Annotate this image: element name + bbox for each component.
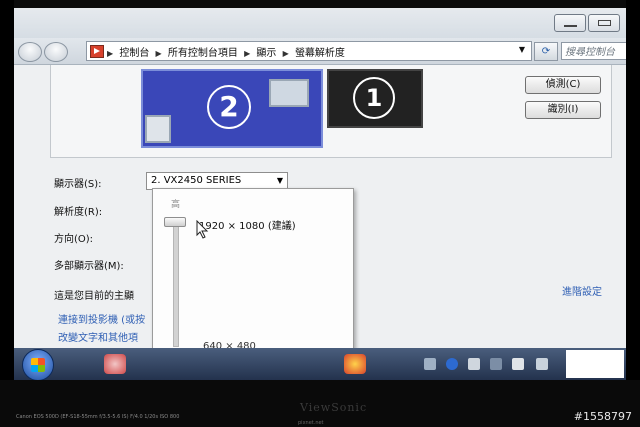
minimize-button[interactable] [554,14,586,32]
monitor-brand-logo: ViewSonic [300,401,368,414]
mouse-cursor-icon [196,220,209,239]
high-label: 高 [171,200,181,210]
photo-exif-text: Canon EOS 500D (EF-S18-55mm f/3.5-5.6 IS… [16,414,180,420]
forward-button[interactable] [44,42,68,62]
resolution-slider-thumb[interactable] [164,217,186,227]
monitor-number: 2 [207,85,251,129]
usb-icon[interactable] [468,358,480,370]
address-bar[interactable]: ▶ 控制台 ▶ 所有控制台項目 ▶ 顯示 ▶ 螢幕解析度 ▼ [86,41,532,61]
breadcrumb-separator-icon: ▶ [282,49,289,58]
window-thumbnail-icon [145,115,171,143]
help-icon[interactable] [446,358,458,370]
address-dropdown-icon[interactable]: ▼ [519,45,525,54]
breadcrumb-separator-icon: ▶ [107,49,114,58]
breadcrumb-separator-icon: ▶ [244,49,251,58]
snipping-tool-icon[interactable] [104,354,126,374]
breadcrumb-all-items[interactable]: 所有控制台項目 [168,48,238,59]
breadcrumb-screen-resolution[interactable]: 螢幕解析度 [295,48,345,59]
minimize-icon [564,25,577,27]
window-thumbnail-icon [269,79,309,107]
screen: ▶ 控制台 ▶ 所有控制台項目 ▶ 顯示 ▶ 螢幕解析度 ▼ ⟳ 搜尋控制台 2… [14,8,626,380]
windows-logo-icon [31,358,45,372]
orientation-label: 方向(O): [54,234,94,245]
clock-area[interactable] [566,350,624,378]
control-panel-icon [90,45,104,58]
resolution-slider-track[interactable] [173,217,179,347]
safely-remove-icon[interactable] [512,358,524,370]
content-area: 2 1 偵測(C) 識別(I) 顯示器(S): 2. VX2450 SERIES… [14,65,626,378]
chrome-icon[interactable] [344,354,366,374]
monitor-bezel-right [626,0,640,427]
breadcrumb: ▶ 控制台 ▶ 所有控制台項目 ▶ 顯示 ▶ 螢幕解析度 [107,44,348,59]
keyboard-icon[interactable] [424,358,436,370]
multiple-displays-label: 多部顯示器(M): [54,261,124,272]
photo-watermark: #1558797 [573,410,632,423]
volume-icon[interactable] [536,358,548,370]
advanced-settings-link[interactable]: 進階設定 [562,283,602,298]
back-button[interactable] [18,42,42,62]
connect-projector-link[interactable]: 連接到投影機 (或按 [58,311,145,326]
navigation-bar: ▶ 控制台 ▶ 所有控制台項目 ▶ 顯示 ▶ 螢幕解析度 ▼ ⟳ 搜尋控制台 [14,38,626,65]
taskbar [14,348,626,380]
network-icon[interactable] [490,358,502,370]
monitor-2-tile[interactable]: 2 [141,69,323,148]
start-button[interactable] [22,349,54,380]
change-text-size-link[interactable]: 改變文字和其他項 [58,329,138,344]
breadcrumb-control-panel[interactable]: 控制台 [119,48,149,59]
display-label: 顯示器(S): [54,179,102,190]
detect-button[interactable]: 偵測(C) [525,76,601,94]
resolution-option-1920x1080[interactable]: 1920 × 1080 (建議) [199,217,296,232]
monitor-bezel-left [0,0,14,427]
breadcrumb-display[interactable]: 顯示 [256,48,276,59]
photo-source-text: pixnet.net [298,420,324,426]
refresh-button[interactable]: ⟳ [534,42,558,61]
resolution-label: 解析度(R): [54,207,103,218]
breadcrumb-separator-icon: ▶ [155,49,162,58]
display-select-value: 2. VX2450 SERIES [151,175,242,186]
current-main-display-text: 這是您目前的主顯 [54,291,134,302]
display-preview: 2 1 偵測(C) 識別(I) [50,65,612,158]
maximize-button[interactable] [588,14,620,32]
chevron-down-icon: ▼ [276,176,283,185]
search-input[interactable]: 搜尋控制台 [561,42,626,60]
monitor-1-tile[interactable]: 1 [327,69,423,128]
maximize-icon [598,20,611,26]
identify-button[interactable]: 識別(I) [525,101,601,119]
monitor-number: 1 [353,77,395,119]
window-titlebar [14,8,626,38]
